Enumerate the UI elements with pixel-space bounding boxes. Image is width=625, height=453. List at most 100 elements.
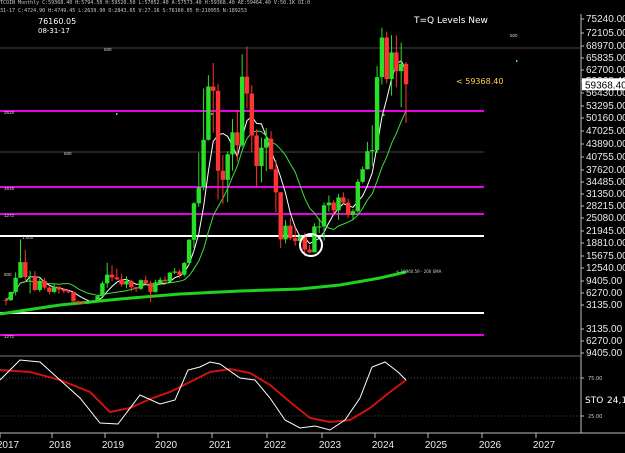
candle-body [177, 271, 182, 275]
candle-body [374, 77, 380, 151]
candle-body [307, 249, 312, 253]
candle-body [230, 132, 235, 155]
candle-body [345, 202, 351, 216]
candle-body [133, 287, 139, 289]
candle-body [360, 169, 365, 182]
candle-body [268, 138, 274, 170]
candle-body [129, 280, 134, 288]
oscillator-pane [0, 359, 584, 431]
oscillator-label: STO [585, 396, 604, 406]
candle-body [76, 301, 81, 303]
y-tick-label: 62700.00 [586, 65, 625, 76]
candle-body [138, 280, 144, 289]
y-tick-label: 6270.00 [586, 288, 623, 299]
candle-body [148, 283, 153, 292]
candle-body [317, 226, 322, 228]
y-tick-label: 31350.00 [586, 189, 625, 200]
candle-body [80, 302, 86, 304]
candle-body [254, 135, 259, 167]
small-marker [516, 60, 518, 62]
candle-body [119, 279, 124, 285]
oscillator-value: 24,1 [607, 396, 625, 406]
candlesticks [3, 27, 518, 306]
candle-body [100, 283, 105, 297]
sma-annotation: < 10960.59 - 200 SMA [396, 269, 442, 274]
candle-body [398, 63, 404, 72]
small-marker [116, 113, 118, 115]
candle-body [66, 291, 71, 293]
candle-body [370, 150, 375, 152]
candle-body [191, 203, 197, 240]
candle-body [37, 280, 42, 290]
candle-body [292, 238, 298, 241]
candle-body [47, 287, 52, 292]
candle-body [384, 37, 389, 80]
candle-body [51, 286, 57, 292]
candle-body [27, 276, 33, 278]
chart-window: 500 500 2618 500 1618 1272 1.000 500 1272 75240.… [0, 0, 625, 453]
x-tick-label: 2017 [0, 440, 20, 451]
y-tick-label: 9405.00 [586, 276, 623, 287]
x-tick-label: 2020 [155, 440, 178, 451]
level-label: 500 [64, 151, 72, 156]
candle-body [172, 271, 177, 273]
x-tick-label: 2026 [479, 440, 502, 451]
candle-body [158, 279, 163, 284]
y-tick-label: 18810.00 [586, 238, 625, 249]
fast-ma-line [5, 60, 407, 303]
candle-body [85, 302, 91, 304]
candle-body [18, 262, 23, 278]
candle-body [365, 151, 370, 170]
current-price-annotation: < 59368.40 [456, 77, 504, 86]
small-marker [383, 114, 385, 116]
candle-body [273, 169, 279, 193]
level-label: 1.000 [22, 235, 34, 240]
candle-body [244, 76, 250, 94]
x-tick-label: 2027 [533, 440, 556, 451]
candle-body [23, 262, 28, 278]
level-label: 1272 [4, 213, 15, 218]
candle-body [206, 86, 211, 140]
candle-body [105, 274, 110, 284]
level-label: 500 [104, 47, 112, 52]
candle-body [341, 197, 346, 203]
x-tick-label: 2022 [264, 440, 287, 451]
level-label: 500 [4, 272, 12, 277]
candle-body [182, 262, 187, 275]
candle-body [95, 296, 100, 301]
candle-body [239, 76, 245, 146]
candle-body [355, 181, 361, 212]
level-label: 2618 [4, 110, 15, 115]
candle-body [288, 225, 293, 239]
y-tick-label: 75240.00 [586, 14, 625, 25]
candle-body [225, 154, 230, 180]
y-tick-label: 9405.00 [586, 348, 623, 359]
candle-body [321, 205, 327, 227]
stoch-k-line [0, 359, 407, 431]
candle-body [162, 279, 168, 282]
level-label: 500 [510, 33, 518, 38]
candle-body [220, 170, 226, 180]
candle-body [283, 225, 288, 240]
price-box-value: 76160.05 [38, 17, 77, 26]
candle-body [143, 280, 148, 284]
y-tick-label: 37620.00 [586, 165, 625, 176]
candle-body [186, 239, 192, 263]
x-tick-label: 2021 [209, 440, 232, 451]
candle-body [196, 187, 201, 204]
ticker-header: TCOIN Monthly C:59368.40 H:5794.50 H:595… [0, 0, 311, 6]
candle-body [331, 202, 336, 211]
current-price-tag-text: 59368.40 [585, 80, 625, 91]
candle-body [32, 276, 38, 290]
y-tick-label: 50160.00 [586, 113, 625, 124]
x-tick-label: 2025 [425, 440, 448, 451]
osc-level-75: 75.00 [588, 376, 603, 382]
candle-body [278, 192, 283, 240]
candle-body [211, 86, 216, 91]
candle-body [124, 280, 129, 285]
candle-body [13, 277, 18, 292]
candle-body [109, 274, 115, 278]
y-tick-label: 68970.00 [586, 41, 625, 52]
candle-body [235, 132, 240, 146]
candle-body [56, 286, 62, 290]
